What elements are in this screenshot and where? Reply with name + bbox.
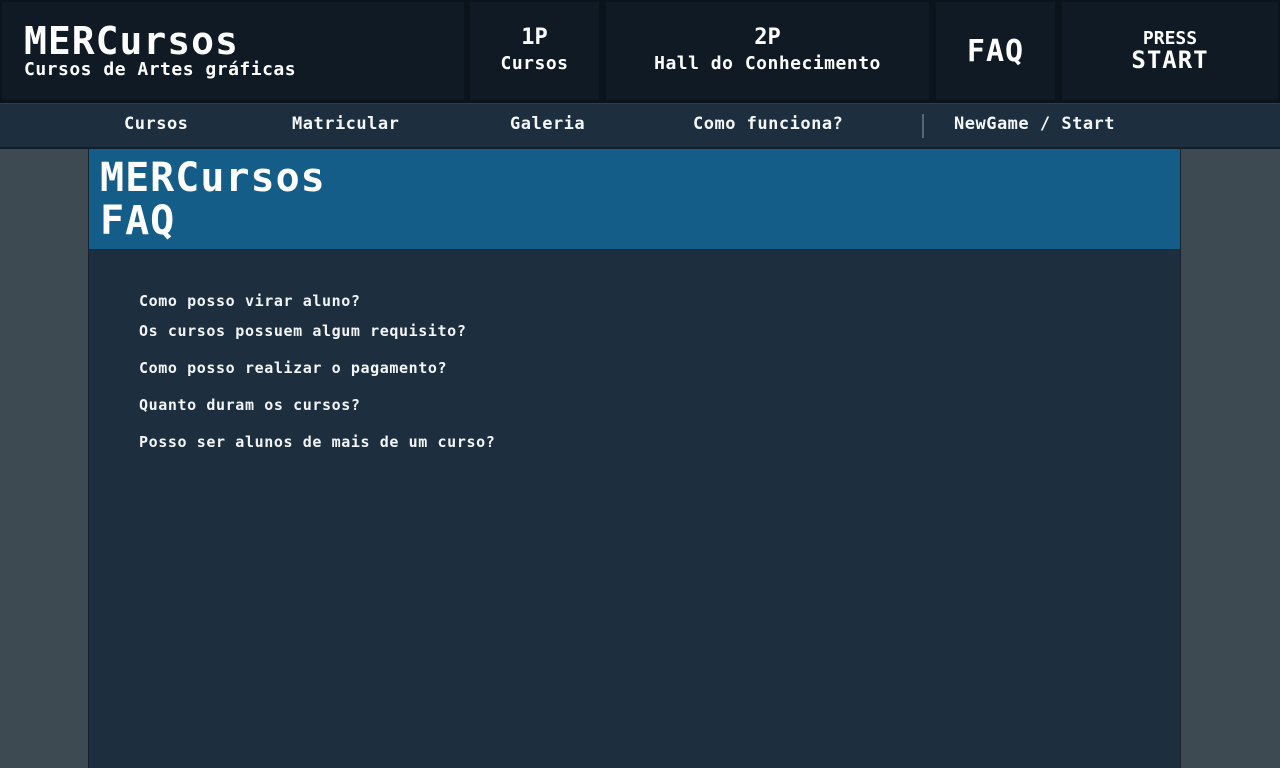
press-start-button[interactable]: PRESS START <box>1062 2 1278 100</box>
start-label: START <box>1131 46 1209 74</box>
faq-question-duracao[interactable]: Quanto duram os cursos? <box>139 395 495 415</box>
page-title: FAQ <box>100 198 176 244</box>
faq-question-mais-de-um-curso[interactable]: Posso ser alunos de mais de um curso? <box>139 432 495 452</box>
top-header: MERCursos Cursos de Artes gráficas 1P Cu… <box>0 0 1280 103</box>
nav-2p-hall[interactable]: 2P Hall do Conhecimento <box>606 2 929 100</box>
subnav-divider <box>922 114 924 138</box>
subnav-item-galeria[interactable]: Galeria <box>510 104 585 148</box>
brand-title: MERCursos <box>24 19 239 63</box>
nav-faq-label: FAQ <box>966 33 1025 69</box>
brand-logo[interactable]: MERCursos Cursos de Artes gráficas <box>2 2 464 100</box>
nav-2p-number: 2P <box>754 25 781 50</box>
brand-subtitle: Cursos de Artes gráficas <box>24 59 297 80</box>
nav-faq[interactable]: FAQ <box>936 2 1055 100</box>
nav-1p-cursos[interactable]: 1P Cursos <box>470 2 599 100</box>
subnav-item-cursos[interactable]: Cursos <box>124 104 188 148</box>
nav-1p-label: Cursos <box>500 53 569 74</box>
nav-2p-label: Hall do Conhecimento <box>654 53 881 74</box>
page-header: MERCursos FAQ <box>89 149 1180 249</box>
faq-list: Como posso virar aluno? Os cursos possue… <box>139 291 495 465</box>
sub-navigation: Cursos Matricular Galeria Como funciona?… <box>0 103 1280 149</box>
page-title-brand: MERCursos <box>100 155 326 201</box>
main-panel: MERCursos FAQ Como posso virar aluno? Os… <box>88 149 1181 768</box>
nav-1p-number: 1P <box>521 25 548 50</box>
faq-question-virar-aluno[interactable]: Como posso virar aluno? <box>139 291 495 311</box>
faq-question-pagamento[interactable]: Como posso realizar o pagamento? <box>139 358 495 378</box>
subnav-item-newgame-start[interactable]: NewGame / Start <box>954 104 1115 148</box>
subnav-item-matricular[interactable]: Matricular <box>292 104 399 148</box>
subnav-item-como-funciona[interactable]: Como funciona? <box>693 104 843 148</box>
faq-question-requisito[interactable]: Os cursos possuem algum requisito? <box>139 321 495 341</box>
